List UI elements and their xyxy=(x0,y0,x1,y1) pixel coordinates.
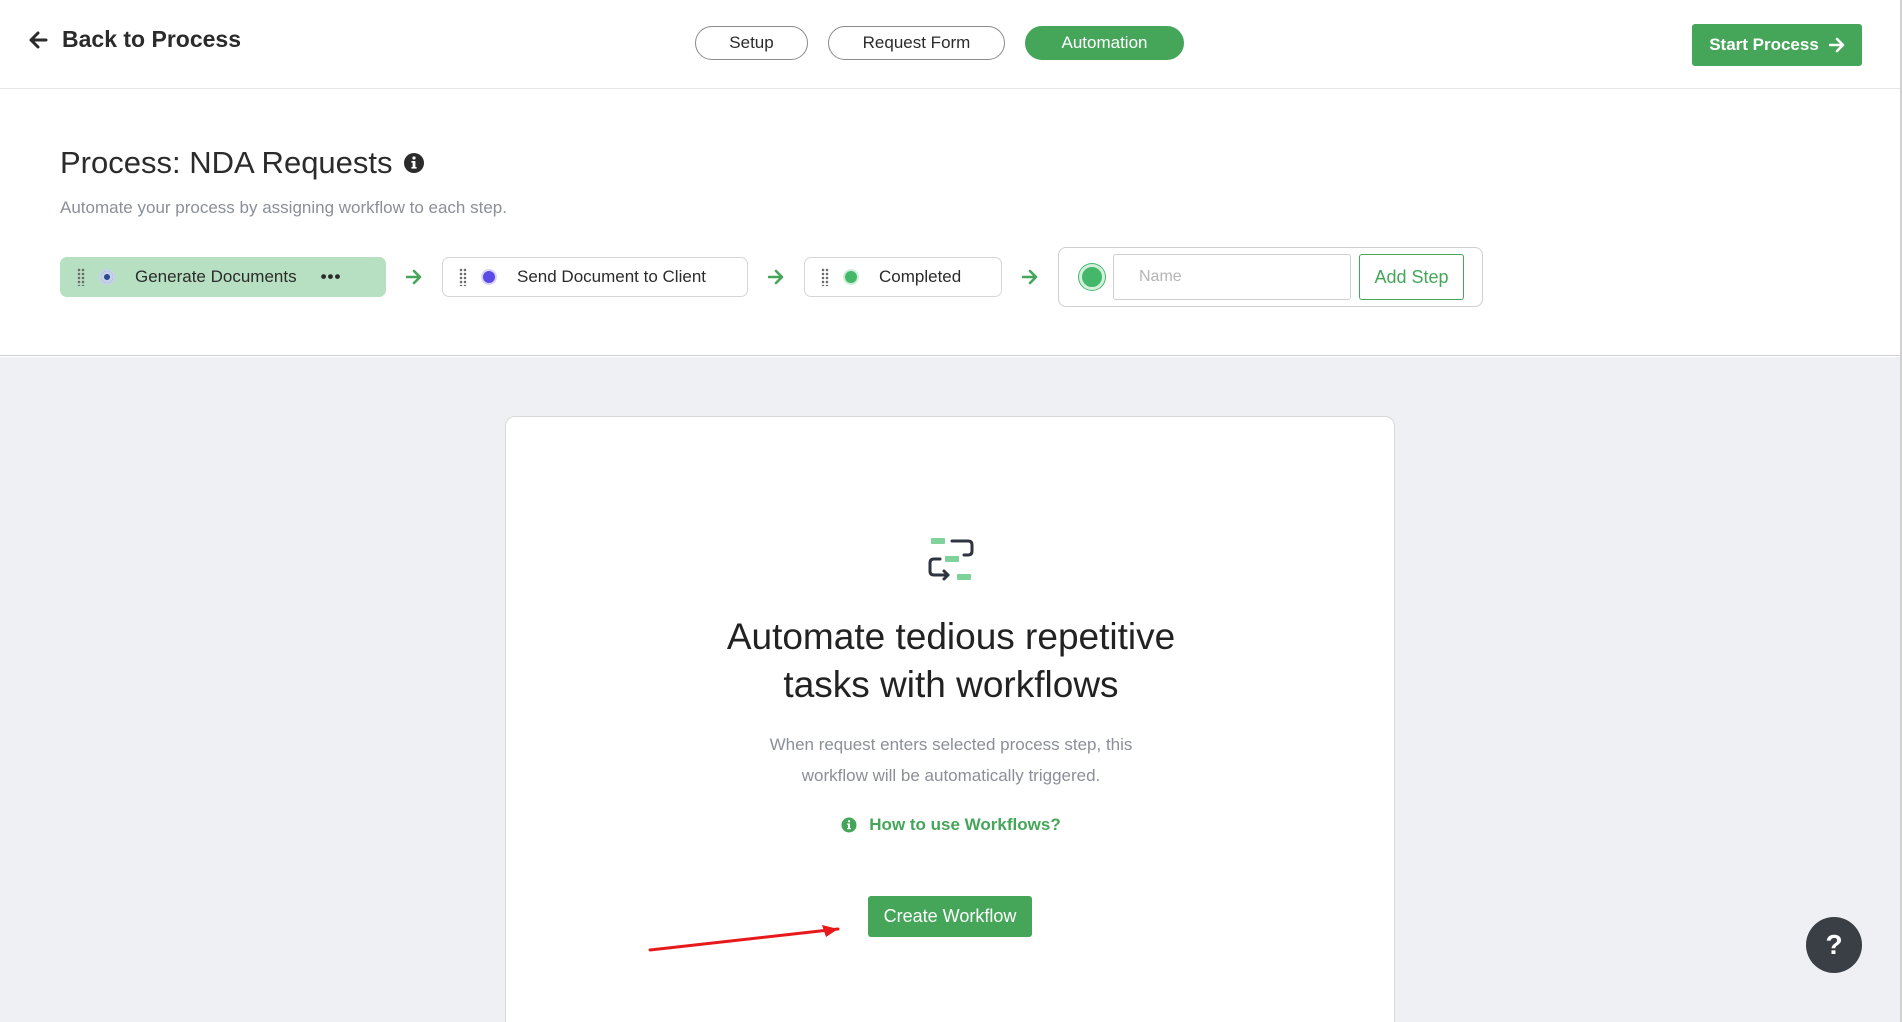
empty-state-title: Automate tedious repetitive tasks with w… xyxy=(506,613,1396,709)
arrow-right-icon xyxy=(1828,37,1845,53)
process-header: Process: NDA Requests Automate your proc… xyxy=(0,90,1902,356)
workflow-icon xyxy=(928,538,974,581)
tab-request-form[interactable]: Request Form xyxy=(828,26,1005,60)
empty-state-card: Automate tedious repetitive tasks with w… xyxy=(505,416,1395,1022)
process-title: Process: NDA Requests xyxy=(60,145,393,180)
description-line-1: When request enters selected process ste… xyxy=(769,735,1133,754)
step-dot-icon xyxy=(843,269,859,285)
back-to-process-link[interactable]: Back to Process xyxy=(28,26,241,53)
step-dot-icon xyxy=(99,269,115,285)
step-label: Send Document to Client xyxy=(517,267,706,286)
drag-handle-icon[interactable] xyxy=(459,268,467,286)
arrow-right-icon xyxy=(748,269,804,285)
empty-state-description: When request enters selected process ste… xyxy=(506,729,1396,791)
arrow-right-icon xyxy=(386,269,442,285)
title-line-1: Automate tedious repetitive xyxy=(726,616,1176,657)
new-step-form: Add Step xyxy=(1058,247,1483,307)
drag-handle-icon[interactable] xyxy=(821,268,829,286)
start-process-button[interactable]: Start Process xyxy=(1692,24,1862,66)
process-tabs: Setup Request Form Automation xyxy=(695,26,1184,60)
tab-setup[interactable]: Setup xyxy=(695,26,808,60)
tab-automation[interactable]: Automation xyxy=(1025,26,1184,60)
info-icon[interactable] xyxy=(403,152,425,174)
step-label: Completed xyxy=(879,267,962,286)
start-process-label: Start Process xyxy=(1709,35,1819,54)
add-step-button[interactable]: Add Step xyxy=(1359,254,1464,300)
how-to-label: How to use Workflows? xyxy=(869,815,1061,834)
top-bar: Back to Process Setup Request Form Autom… xyxy=(0,0,1902,89)
page-title: Process: NDA Requests xyxy=(60,145,425,181)
process-subtitle: Automate your process by assigning workf… xyxy=(60,198,507,217)
process-steps: Generate Documents ••• Send Document to … xyxy=(60,247,1483,307)
step-completed[interactable]: Completed xyxy=(804,257,1002,297)
arrow-right-icon xyxy=(1002,269,1058,285)
annotation-arrow xyxy=(648,925,840,952)
title-line-2: tasks with workflows xyxy=(783,664,1119,705)
more-options-icon[interactable]: ••• xyxy=(321,267,342,287)
how-to-use-workflows-link[interactable]: How to use Workflows? xyxy=(506,815,1396,835)
step-name-input[interactable] xyxy=(1113,254,1351,300)
step-label: Generate Documents xyxy=(135,267,297,286)
step-dot-icon xyxy=(481,269,497,285)
description-line-2: workflow will be automatically triggered… xyxy=(801,766,1101,785)
create-workflow-button[interactable]: Create Workflow xyxy=(868,896,1032,937)
info-icon xyxy=(841,817,857,833)
back-label: Back to Process xyxy=(62,26,241,52)
arrow-left-icon xyxy=(29,31,48,48)
help-button[interactable]: ? xyxy=(1806,917,1862,973)
color-picker-dot[interactable] xyxy=(1079,264,1105,290)
step-send-document-to-client[interactable]: Send Document to Client xyxy=(442,257,748,297)
step-generate-documents[interactable]: Generate Documents ••• xyxy=(60,257,386,297)
drag-handle-icon[interactable] xyxy=(77,268,85,286)
